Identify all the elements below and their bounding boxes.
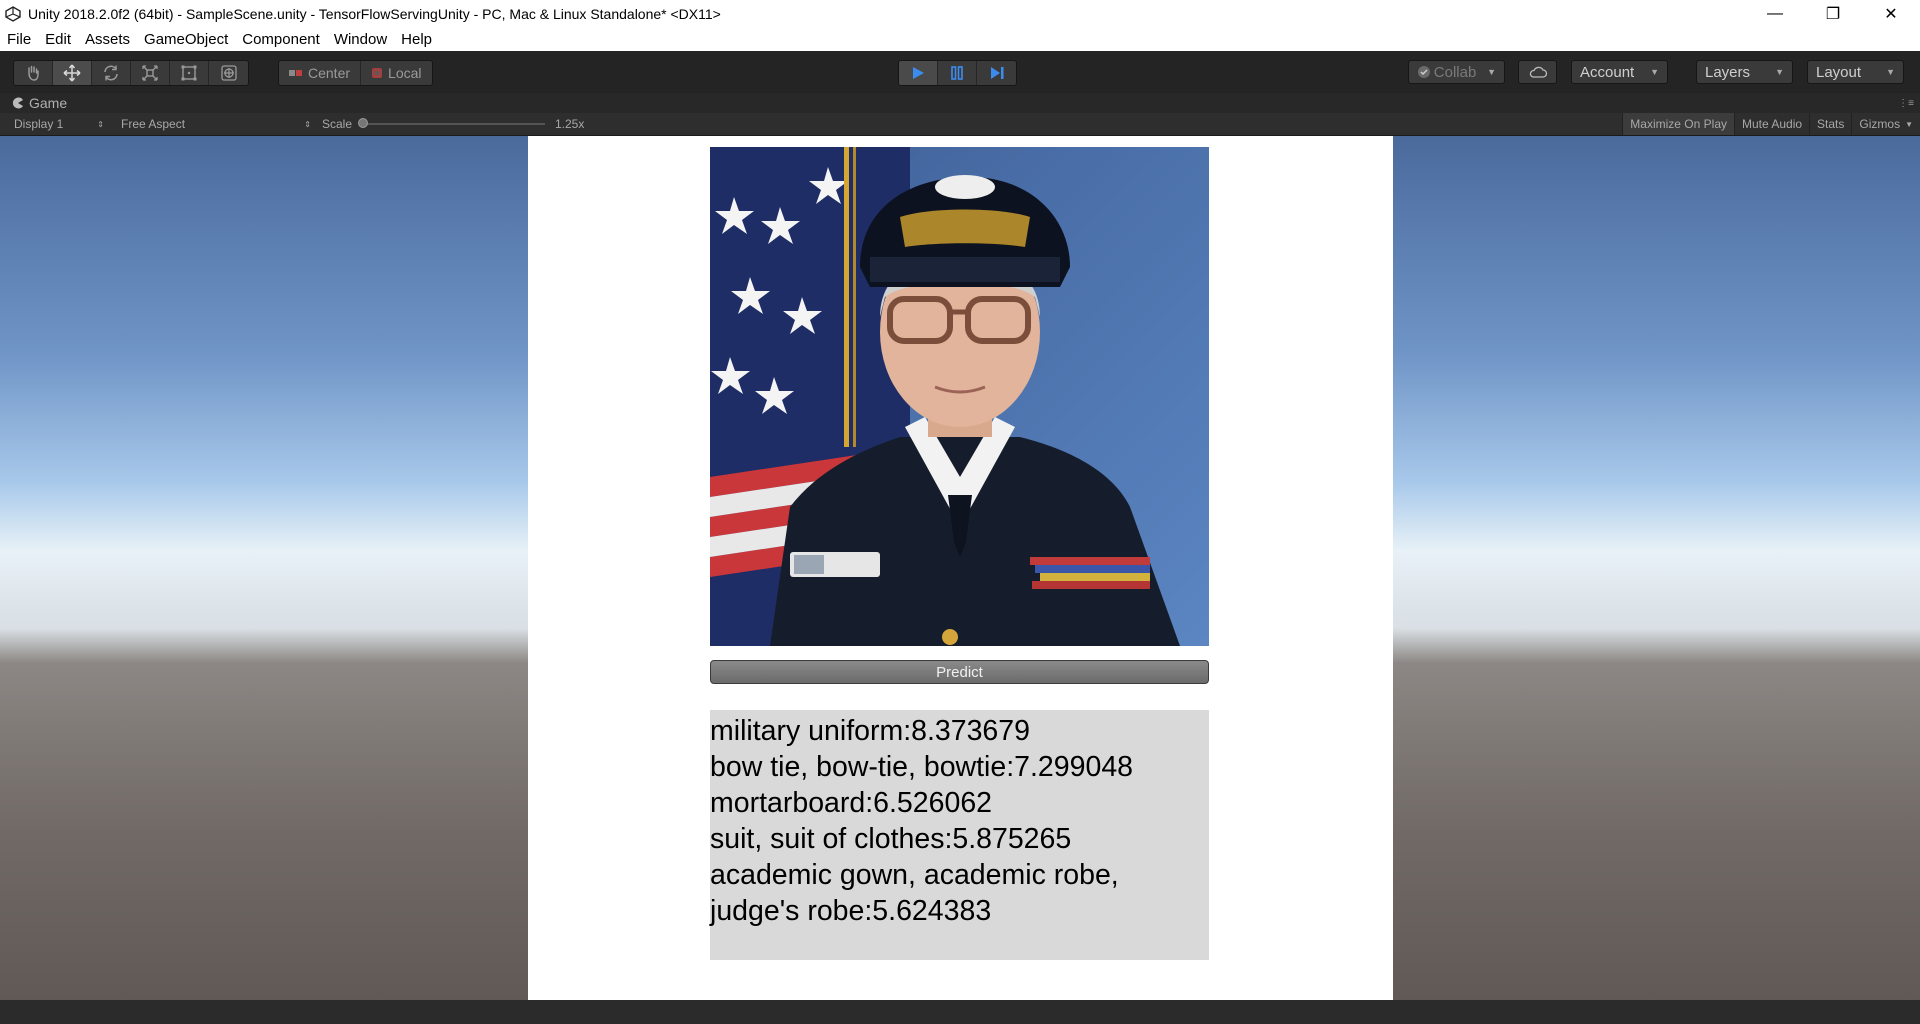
scale-icon xyxy=(142,65,158,81)
hand-tool-button[interactable] xyxy=(14,61,53,85)
window-title: Unity 2018.2.0f2 (64bit) - SampleScene.u… xyxy=(28,5,721,22)
tab-game[interactable]: Game xyxy=(4,93,75,113)
rect-tool-button[interactable] xyxy=(170,61,209,85)
cloud-button[interactable] xyxy=(1518,60,1557,84)
check-circle-icon xyxy=(1418,66,1430,78)
game-canvas: Predict military uniform:8.373679 bow ti… xyxy=(528,136,1393,1000)
display-dropdown[interactable]: Display 1 ⇕ xyxy=(14,113,104,135)
game-view-toolbar: Display 1 ⇕ Free Aspect ⇕ Scale 1.25x Ma… xyxy=(0,113,1920,136)
aspect-dropdown[interactable]: Free Aspect ⇕ xyxy=(121,113,311,135)
scale-slider-thumb[interactable] xyxy=(358,118,368,128)
pivot-center-icon xyxy=(289,70,302,76)
tab-bar: Game ⋮≡ xyxy=(0,93,1920,113)
play-icon xyxy=(913,67,924,79)
window-title-bar: Unity 2018.2.0f2 (64bit) - SampleScene.u… xyxy=(0,0,1920,27)
menu-bar: File Edit Assets GameObject Component Wi… xyxy=(0,27,1920,51)
transform-tool-button[interactable] xyxy=(209,61,248,85)
chevron-down-icon: ▼ xyxy=(1650,67,1659,77)
rotate-icon xyxy=(104,65,118,81)
hand-icon xyxy=(28,65,39,81)
cloud-icon xyxy=(1529,66,1547,78)
pivot-center-label: Center xyxy=(308,65,351,81)
menu-edit[interactable]: Edit xyxy=(38,31,78,48)
pivot-local-button[interactable]: Local xyxy=(361,61,431,85)
result-line: mortarboard:6.526062 xyxy=(710,787,993,819)
pause-button[interactable] xyxy=(938,61,977,85)
maximize-button[interactable]: ❐ xyxy=(1804,0,1862,27)
scale-label: Scale xyxy=(322,117,353,131)
gizmos-label: Gizmos xyxy=(1859,117,1901,131)
status-bar xyxy=(0,1000,1920,1024)
result-line: academic gown, academic robe, xyxy=(710,859,1119,891)
menu-file[interactable]: File xyxy=(0,31,38,48)
unity-logo-icon xyxy=(4,5,22,23)
stats-toggle[interactable]: Stats xyxy=(1809,113,1851,135)
portrait-image xyxy=(710,147,1209,646)
pivot-toggles: Center Local xyxy=(278,60,433,86)
chevron-down-icon: ▼ xyxy=(1775,67,1784,77)
collab-label: Collab xyxy=(1433,63,1477,81)
tab-game-label: Game xyxy=(29,95,68,111)
account-label: Account xyxy=(1580,63,1635,81)
scale-slider-track[interactable] xyxy=(360,123,545,125)
mute-audio-toggle[interactable]: Mute Audio xyxy=(1734,113,1809,135)
layout-label: Layout xyxy=(1816,63,1862,81)
menu-assets[interactable]: Assets xyxy=(78,31,137,48)
aspect-label: Free Aspect xyxy=(121,117,186,131)
prediction-results: military uniform:8.373679 bow tie, bow-t… xyxy=(710,710,1209,960)
updown-icon: ⇕ xyxy=(97,119,104,129)
tab-menu-icon[interactable]: ⋮≡ xyxy=(1898,98,1914,109)
pause-icon xyxy=(951,66,963,80)
move-tool-button[interactable] xyxy=(53,61,92,85)
menu-help[interactable]: Help xyxy=(394,31,439,48)
transform-icon xyxy=(220,65,237,81)
scale-value: 1.25x xyxy=(555,117,585,131)
step-icon xyxy=(990,67,1003,79)
pivot-center-button[interactable]: Center xyxy=(279,61,362,85)
pivot-local-label: Local xyxy=(388,65,422,81)
layers-dropdown[interactable]: Layers ▼ xyxy=(1696,60,1793,84)
layers-label: Layers xyxy=(1705,63,1751,81)
display-label: Display 1 xyxy=(14,117,64,131)
main-toolbar: Center Local Collab ▼ Account ▼ Layers ▼… xyxy=(0,51,1920,93)
maximize-on-play-toggle[interactable]: Maximize On Play xyxy=(1622,113,1734,135)
menu-component[interactable]: Component xyxy=(235,31,327,48)
minimize-button[interactable]: — xyxy=(1746,0,1804,27)
gizmos-dropdown[interactable]: Gizmos ▼ xyxy=(1851,113,1920,135)
result-line: judge's robe:5.624383 xyxy=(710,895,992,927)
updown-icon: ⇕ xyxy=(304,119,311,129)
pacman-icon xyxy=(12,97,23,109)
chevron-down-icon: ▼ xyxy=(1886,67,1895,77)
scale-tool-button[interactable] xyxy=(131,61,170,85)
step-button[interactable] xyxy=(977,61,1016,85)
rect-transform-icon xyxy=(181,65,197,81)
close-button[interactable]: ✕ xyxy=(1862,0,1920,27)
rotate-tool-button[interactable] xyxy=(92,61,131,85)
play-controls xyxy=(898,60,1017,86)
menu-window[interactable]: Window xyxy=(327,31,394,48)
menu-gameobject[interactable]: GameObject xyxy=(137,31,235,48)
chevron-down-icon: ▼ xyxy=(1905,119,1913,129)
layout-dropdown[interactable]: Layout ▼ xyxy=(1807,60,1904,84)
predict-button[interactable]: Predict xyxy=(710,660,1209,684)
pivot-local-icon xyxy=(372,68,383,78)
result-line: bow tie, bow-tie, bowtie:7.299048 xyxy=(710,751,1134,783)
result-line: military uniform:8.373679 xyxy=(710,715,1030,747)
account-dropdown[interactable]: Account ▼ xyxy=(1571,60,1668,84)
result-line: suit, suit of clothes:5.875265 xyxy=(710,823,1072,855)
chevron-down-icon: ▼ xyxy=(1487,67,1496,77)
collab-dropdown[interactable]: Collab ▼ xyxy=(1408,60,1505,84)
transform-tools xyxy=(13,60,249,86)
input-photo xyxy=(710,147,1209,646)
play-button[interactable] xyxy=(899,61,938,85)
move-icon xyxy=(63,64,81,82)
